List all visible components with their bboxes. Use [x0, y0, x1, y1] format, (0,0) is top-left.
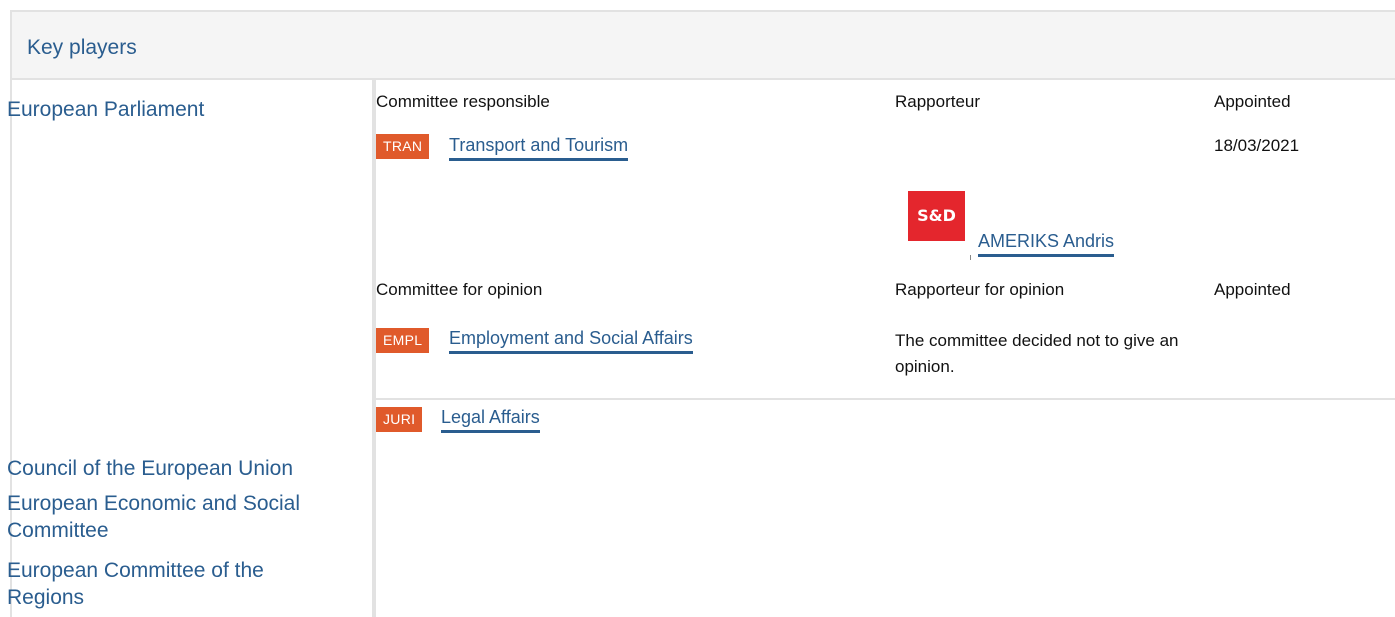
committee-badge-tran: TRAN [376, 134, 430, 159]
opinion-decision-text: The committee decided not to give an opi… [895, 331, 1179, 376]
committee-link-juri[interactable]: Legal Affairs [441, 405, 540, 433]
appointed-date: 18/03/2021 [1214, 136, 1300, 155]
panel-header: Key players [12, 12, 1395, 80]
row-divider [376, 398, 1395, 400]
committee-link-empl[interactable]: Employment and Social Affairs [449, 326, 693, 354]
rapporteur-opinion-header: Rapporteur for opinion [895, 280, 1065, 299]
panel-title: Key players [27, 36, 137, 59]
committee-badge-juri: JURI [376, 407, 423, 432]
appointed-header: Appointed [1214, 92, 1291, 111]
rapporteur-link[interactable]: AMERIKS Andris [978, 229, 1115, 257]
committee-responsible-header: Committee responsible [376, 92, 550, 111]
eesc-link[interactable]: European Economic and Social Committee [7, 490, 307, 544]
sd-group-logo: S&D [908, 191, 965, 241]
key-players-panel: Key players European Parliament Council … [7, 10, 1395, 617]
committee-opinion-header: Committee for opinion [376, 280, 543, 299]
institutions-column: European Parliament Council of the Europ… [7, 80, 372, 617]
european-parliament-link[interactable]: European Parliament [7, 96, 367, 123]
committee-link-tran[interactable]: Transport and Tourism [449, 133, 629, 161]
logo-tick [970, 255, 971, 260]
regions-link[interactable]: European Committee of the Regions [7, 557, 307, 611]
committee-badge-empl: EMPL [376, 328, 430, 353]
appointed-opinion-header: Appointed [1214, 280, 1291, 299]
council-link[interactable]: Council of the European Union [7, 455, 367, 482]
rapporteur-header: Rapporteur [895, 92, 981, 111]
